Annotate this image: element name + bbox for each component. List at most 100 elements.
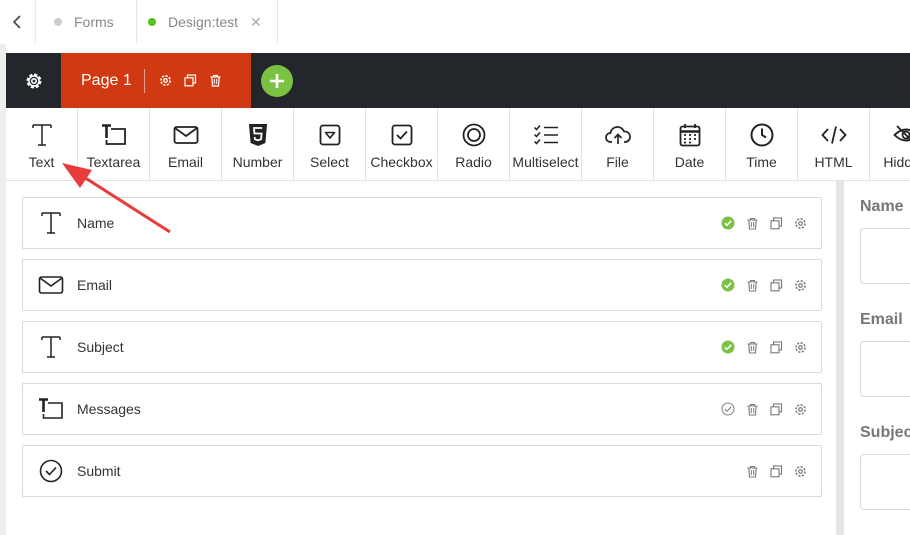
gear-icon[interactable]: [793, 340, 807, 354]
close-icon[interactable]: ✕: [250, 14, 262, 31]
required-toggle-icon[interactable]: [721, 402, 735, 416]
tab-design[interactable]: Design:test ✕: [138, 0, 278, 44]
field-label: Email: [77, 277, 113, 293]
tool-label: Date: [674, 154, 705, 170]
eye-slash-icon: [892, 125, 910, 142]
envelope-icon: [173, 126, 198, 144]
clock-icon: [750, 123, 773, 147]
required-check-icon[interactable]: [721, 340, 735, 354]
page-delete-icon[interactable]: [209, 74, 222, 87]
tool-file[interactable]: File: [582, 108, 654, 180]
field-messages[interactable]: Messages: [22, 383, 822, 435]
preview-label: Email: [860, 311, 903, 328]
form-settings-button[interactable]: [6, 53, 61, 108]
preview-input-name[interactable]: [860, 228, 910, 284]
tool-textarea[interactable]: Textarea: [78, 108, 150, 180]
preview-label: Name: [860, 198, 904, 215]
text-t-icon: [41, 212, 61, 234]
page-label: Page 1: [81, 71, 132, 89]
page-tab[interactable]: Page 1: [61, 53, 251, 108]
delete-icon[interactable]: [745, 464, 759, 478]
tab-label: Design:test: [168, 14, 239, 30]
gear-icon[interactable]: [793, 464, 807, 478]
delete-icon[interactable]: [745, 402, 759, 416]
tool-label: Multiselect: [512, 154, 579, 170]
tab-bar: Forms Design:test ✕: [0, 0, 910, 44]
page-bar: Page 1: [6, 53, 910, 108]
add-page-button[interactable]: [261, 65, 293, 97]
copy-icon[interactable]: [769, 402, 783, 416]
preview-label: Subject: [860, 424, 910, 441]
tool-checkbox[interactable]: Checkbox: [366, 108, 438, 180]
tool-label: Email: [167, 154, 203, 170]
field-email[interactable]: Email: [22, 259, 822, 311]
envelope-icon: [38, 276, 64, 294]
tool-label: Number: [232, 154, 283, 170]
tool-number[interactable]: Number: [222, 108, 294, 180]
field-actions: [711, 260, 807, 310]
delete-icon[interactable]: [745, 278, 759, 292]
code-icon: [820, 126, 847, 144]
required-check-icon[interactable]: [721, 216, 735, 230]
form-preview: Name Email Subject: [844, 181, 910, 535]
gear-icon[interactable]: [793, 278, 807, 292]
required-check-icon[interactable]: [721, 278, 735, 292]
tab-status-dot: [148, 18, 156, 26]
tool-label: Select: [310, 154, 349, 170]
tool-label: Time: [746, 154, 777, 170]
tab-status-dot: [54, 18, 62, 26]
field-name[interactable]: Name: [22, 197, 822, 249]
html5-number-icon: [248, 124, 267, 146]
delete-icon[interactable]: [745, 216, 759, 230]
tool-label: Hidden: [883, 154, 910, 170]
field-actions: [711, 322, 807, 372]
tool-select[interactable]: Select: [294, 108, 366, 180]
tool-radio[interactable]: Radio: [438, 108, 510, 180]
divider: [143, 68, 145, 93]
field-actions: [735, 446, 807, 496]
copy-icon[interactable]: [769, 216, 783, 230]
text-t-icon: [31, 124, 52, 146]
check-circle-icon: [39, 459, 63, 483]
back-button[interactable]: [0, 0, 36, 44]
tool-time[interactable]: Time: [726, 108, 798, 180]
copy-icon[interactable]: [769, 278, 783, 292]
tool-label: Checkbox: [370, 154, 433, 170]
field-label: Messages: [77, 401, 141, 417]
tab-forms[interactable]: Forms: [37, 0, 137, 44]
tool-html[interactable]: HTML: [798, 108, 870, 180]
gear-icon[interactable]: [793, 402, 807, 416]
tool-label: HTML: [814, 154, 853, 170]
copy-icon[interactable]: [769, 464, 783, 478]
tool-hidden[interactable]: Hidden: [870, 108, 910, 180]
panel-divider[interactable]: [836, 181, 844, 535]
preview-input-email[interactable]: [860, 341, 910, 397]
page-settings-icon[interactable]: [159, 74, 172, 87]
gear-icon: [26, 73, 41, 88]
field-label: Submit: [77, 463, 121, 479]
plus-icon: [270, 74, 284, 88]
delete-icon[interactable]: [745, 340, 759, 354]
field-actions: [711, 384, 807, 434]
select-dropdown-icon: [319, 124, 340, 146]
tool-label: File: [606, 154, 629, 170]
tab-label: Forms: [74, 14, 114, 30]
cloud-upload-icon: [604, 126, 631, 144]
field-subject[interactable]: Subject: [22, 321, 822, 373]
tool-email[interactable]: Email: [150, 108, 222, 180]
multiselect-list-icon: [533, 125, 558, 145]
checkbox-icon: [391, 124, 412, 146]
tool-label: Textarea: [86, 154, 141, 170]
tool-multiselect[interactable]: Multiselect: [510, 108, 582, 180]
field-submit[interactable]: Submit: [22, 445, 822, 497]
copy-icon[interactable]: [769, 340, 783, 354]
form-canvas: Name Email Subject Messages Submit: [6, 181, 836, 535]
field-actions: [711, 198, 807, 248]
gear-icon[interactable]: [793, 216, 807, 230]
field-toolbox: Text Textarea Email Number Select Checkb…: [6, 108, 910, 181]
tool-date[interactable]: Date: [654, 108, 726, 180]
calendar-icon: [679, 124, 700, 147]
page-copy-icon[interactable]: [184, 74, 197, 87]
tool-text[interactable]: Text: [6, 108, 78, 180]
preview-input-subject[interactable]: [860, 454, 910, 510]
